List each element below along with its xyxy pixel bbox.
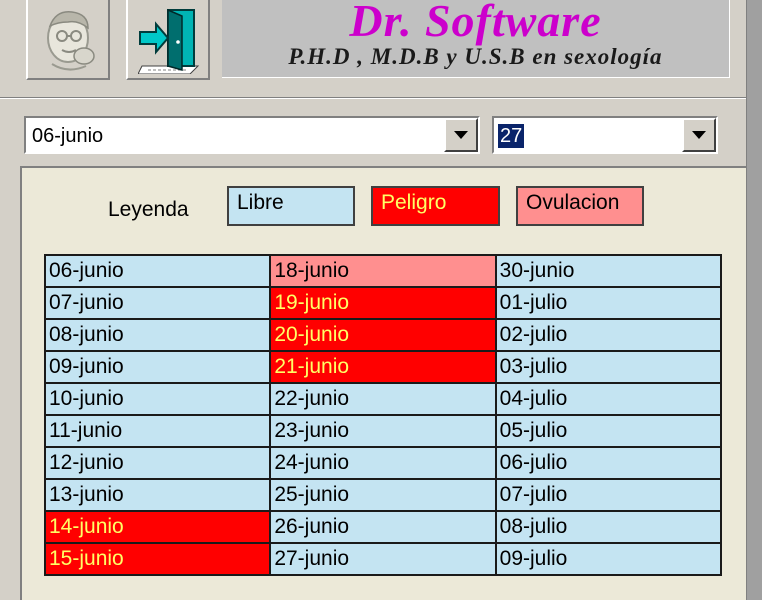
calendar-row: 13-junio 25-junio 07-julio: [43, 478, 723, 512]
calendar-row: 06-junio 18-junio 30-junio: [43, 254, 723, 288]
doctor-button[interactable]: [26, 0, 110, 80]
calendar-cell: 13-junio: [43, 478, 272, 512]
calendar-cell: 07-junio: [43, 286, 272, 320]
calendar-row: 14-junio 26-junio 08-julio: [43, 510, 723, 544]
calendar-cell: 20-junio: [269, 318, 497, 352]
calendar-cell: 11-junio: [43, 414, 272, 448]
calendar-row: 15-junio 27-junio 09-julio: [43, 542, 723, 576]
calendar-cell: 08-julio: [494, 510, 723, 544]
calendar-row: 09-junio 21-junio 03-julio: [43, 350, 723, 384]
legend-label: Leyenda: [108, 198, 189, 221]
calendar-cell: 22-junio: [269, 382, 497, 416]
calendar-cell: 23-junio: [269, 414, 497, 448]
calendar-row: 10-junio 22-junio 04-julio: [43, 382, 723, 416]
calendar-cell: 21-junio: [269, 350, 497, 384]
legend-libre: Libre: [227, 186, 355, 226]
calendar-cell: 08-junio: [43, 318, 272, 352]
calendar-cell: 25-junio: [269, 478, 497, 512]
doctor-face-icon: [47, 11, 95, 71]
header-banner: Dr. Software P.H.D , M.D.B y U.S.B en se…: [222, 0, 730, 78]
calendar-cell: 02-julio: [494, 318, 723, 352]
calendar-cell: 24-junio: [269, 446, 497, 480]
calendar-cell: 09-junio: [43, 350, 272, 384]
calendar-cell: 06-julio: [494, 446, 723, 480]
calendar-row: 11-junio 23-junio 05-julio: [43, 414, 723, 448]
calendar-cell: 14-junio: [43, 510, 272, 544]
cycle-select[interactable]: 27: [492, 116, 718, 154]
date-select-value: 06-junio: [32, 125, 104, 147]
chevron-down-icon: [454, 131, 468, 139]
exit-button[interactable]: [126, 0, 210, 80]
window-right-edge: [746, 0, 762, 600]
calendar-cell: 04-julio: [494, 382, 723, 416]
calendar-cell: 26-junio: [269, 510, 497, 544]
legend-peligro: Peligro: [371, 186, 500, 226]
calendar-cell: 05-julio: [494, 414, 723, 448]
calendar-cell: 01-julio: [494, 286, 723, 320]
calendar-cell: 12-junio: [43, 446, 272, 480]
calendar-cell: 30-junio: [494, 254, 723, 288]
cycle-select-value: 27: [498, 124, 525, 148]
calendar-cell: 18-junio: [269, 254, 497, 288]
calendar-row: 07-junio 19-junio 01-julio: [43, 286, 723, 320]
cycle-select-dropdown-button[interactable]: [682, 118, 716, 152]
calendar-row: 12-junio 24-junio 06-julio: [43, 446, 723, 480]
date-select[interactable]: 06-junio: [24, 116, 480, 154]
calendar-cell: 19-junio: [269, 286, 497, 320]
app-title: Dr. Software: [349, 0, 602, 46]
chevron-down-icon: [692, 131, 706, 139]
calendar-row: 08-junio 20-junio 02-julio: [43, 318, 723, 352]
calendar-cell: 07-julio: [494, 478, 723, 512]
calendar-cell: 09-julio: [494, 542, 723, 576]
calendar-cell: 06-junio: [43, 254, 272, 288]
calendar-cell: 27-junio: [269, 542, 497, 576]
calendar-cell: 15-junio: [43, 542, 272, 576]
separator-light: [0, 98, 746, 99]
legend-ovulacion: Ovulacion: [516, 186, 644, 226]
calendar-cell: 10-junio: [43, 382, 272, 416]
date-select-dropdown-button[interactable]: [444, 118, 478, 152]
calendar-cell: 03-julio: [494, 350, 723, 384]
app-subtitle: P.H.D , M.D.B y U.S.B en sexología: [288, 44, 663, 69]
exit-door-icon: [138, 8, 200, 74]
fertility-calendar: 06-junio 18-junio 30-junio 07-junio 19-junio…: [43, 254, 723, 576]
